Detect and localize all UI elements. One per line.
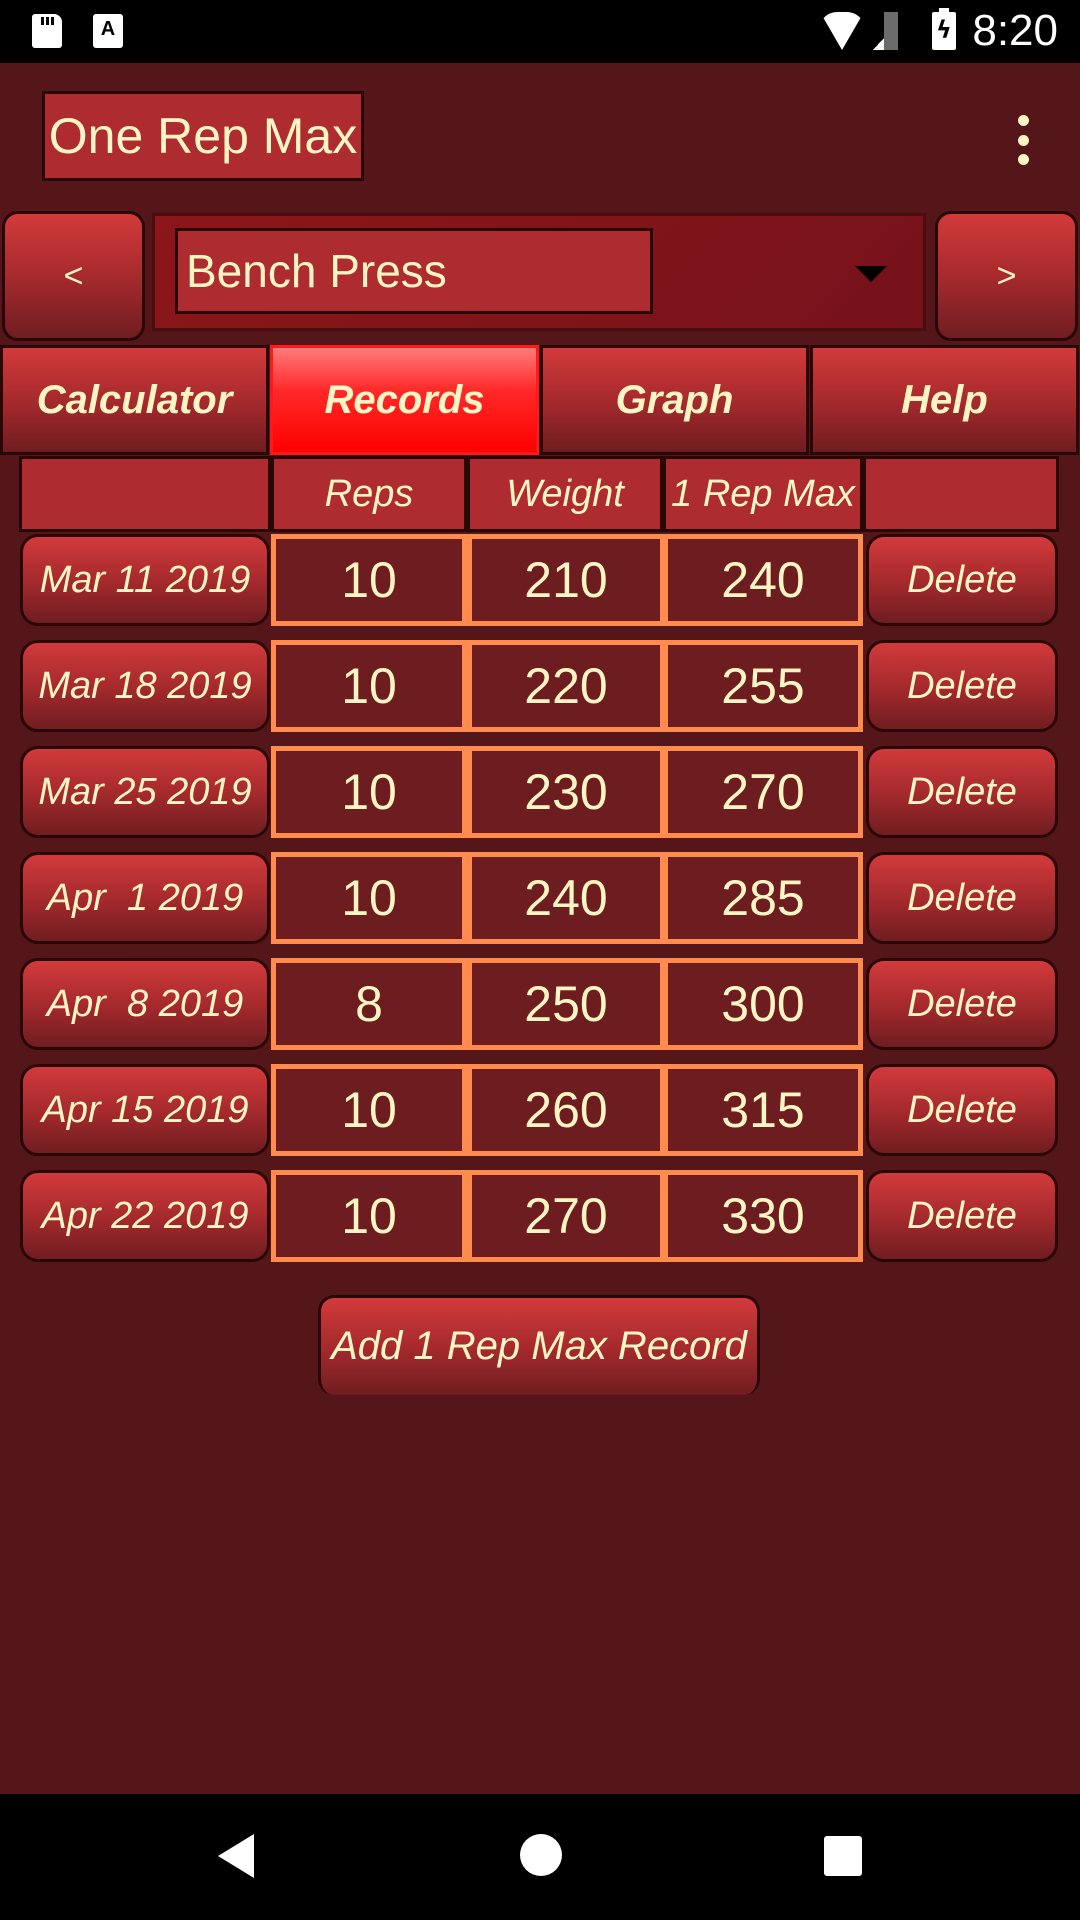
table-row: Apr 22 2019 10 270 330 Delete [0,1170,1080,1266]
reps-cell[interactable]: 10 [271,852,467,944]
record-date-button[interactable]: Apr 8 2019 [20,958,270,1050]
delete-button[interactable]: Delete [866,958,1058,1050]
delete-button[interactable]: Delete [866,640,1058,732]
header-date [19,456,271,532]
reps-cell[interactable]: 10 [271,1170,467,1262]
reps-cell[interactable]: 10 [271,640,467,732]
one-rep-max-cell[interactable]: 315 [663,1064,863,1156]
table-row: Apr 1 2019 10 240 285 Delete [0,852,1080,948]
weight-cell[interactable]: 240 [467,852,665,944]
record-date-button[interactable]: Apr 22 2019 [20,1170,270,1262]
battery-charging-icon [932,8,956,50]
header-actions [863,456,1059,532]
one-rep-max-cell[interactable]: 240 [663,534,863,626]
weight-cell[interactable]: 260 [467,1064,665,1156]
record-date-button[interactable]: Mar 11 2019 [20,534,270,626]
weight-cell[interactable]: 210 [467,534,665,626]
reps-cell[interactable]: 10 [271,534,467,626]
table-row: Mar 18 2019 10 220 255 Delete [0,640,1080,736]
weight-cell[interactable]: 230 [467,746,665,838]
delete-button[interactable]: Delete [866,852,1058,944]
app-screen: One Rep Max < Bench Press > Calculator R… [0,63,1080,1794]
header-weight: Weight [467,456,663,532]
tab-bar: Calculator Records Graph Help [0,345,1080,455]
wifi-icon [820,12,864,50]
next-exercise-button[interactable]: > [935,211,1078,341]
record-date-button[interactable]: Mar 25 2019 [20,746,270,838]
record-date-button[interactable]: Mar 18 2019 [20,640,270,732]
table-row: Mar 11 2019 10 210 240 Delete [0,534,1080,630]
delete-button[interactable]: Delete [866,534,1058,626]
status-bar: A 8:20 [0,0,1080,63]
app-title-box: One Rep Max [42,91,364,181]
clock: 8:20 [972,6,1058,55]
one-rep-max-cell[interactable]: 255 [663,640,863,732]
one-rep-max-cell[interactable]: 285 [663,852,863,944]
weight-cell[interactable]: 220 [467,640,665,732]
exercise-dropdown[interactable]: Bench Press [155,216,923,328]
tab-help[interactable]: Help [810,345,1079,455]
record-date-button[interactable]: Apr 1 2019 [20,852,270,944]
delete-button[interactable]: Delete [866,1064,1058,1156]
delete-button[interactable]: Delete [866,746,1058,838]
sd-card-icon [32,14,62,48]
overflow-menu-icon[interactable] [1008,115,1038,165]
navigation-bar [0,1794,1080,1920]
table-row: Apr 15 2019 10 260 315 Delete [0,1064,1080,1160]
one-rep-max-cell[interactable]: 270 [663,746,863,838]
tab-records[interactable]: Records [270,345,539,455]
accessibility-a-icon: A [93,14,123,48]
one-rep-max-cell[interactable]: 300 [663,958,863,1050]
tab-calculator[interactable]: Calculator [0,345,269,455]
header-1rm: 1 Rep Max [663,456,863,532]
weight-cell[interactable]: 250 [467,958,665,1050]
previous-exercise-button[interactable]: < [2,211,145,341]
weight-cell[interactable]: 270 [467,1170,665,1262]
home-icon[interactable] [520,1834,562,1876]
dropdown-arrow-icon[interactable] [855,266,887,282]
reps-cell[interactable]: 10 [271,746,467,838]
header-reps: Reps [271,456,467,532]
table-row: Apr 8 2019 8 250 300 Delete [0,958,1080,1054]
add-record-button[interactable]: Add 1 Rep Max Record [318,1295,760,1395]
recent-apps-icon[interactable] [824,1836,862,1876]
tab-graph[interactable]: Graph [540,345,809,455]
delete-button[interactable]: Delete [866,1170,1058,1262]
reps-cell[interactable]: 10 [271,1064,467,1156]
one-rep-max-cell[interactable]: 330 [663,1170,863,1262]
exercise-dropdown-value[interactable]: Bench Press [175,228,653,314]
record-date-button[interactable]: Apr 15 2019 [20,1064,270,1156]
reps-cell[interactable]: 8 [271,958,467,1050]
signal-icon [862,12,898,50]
back-icon[interactable] [218,1834,254,1878]
table-row: Mar 25 2019 10 230 270 Delete [0,746,1080,842]
app-title: One Rep Max [48,108,358,164]
